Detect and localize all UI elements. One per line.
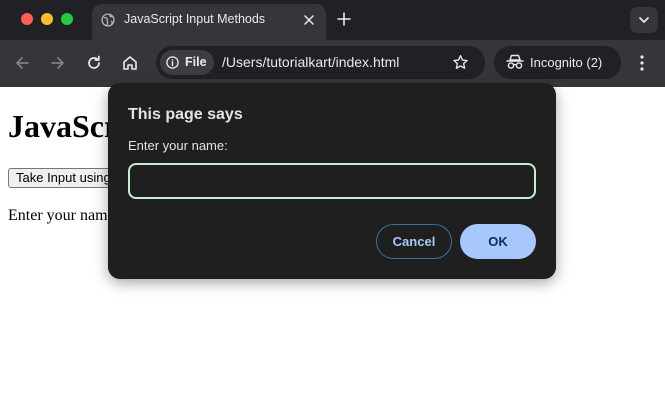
- chevron-down-icon: [639, 17, 649, 23]
- cancel-button[interactable]: Cancel: [376, 224, 452, 259]
- home-icon[interactable]: [121, 54, 139, 72]
- dialog-text-input[interactable]: [128, 163, 536, 199]
- browser-tab[interactable]: JavaScript Input Methods: [92, 4, 326, 40]
- dialog-message: Enter your name:: [128, 138, 228, 153]
- browser-toolbar: File /Users/tutorialkart/index.html Inco…: [0, 40, 665, 87]
- tab-strip: JavaScript Input Methods: [0, 0, 665, 40]
- tab-search-button[interactable]: [630, 7, 658, 33]
- back-arrow-icon[interactable]: [13, 54, 31, 72]
- address-bar[interactable]: File /Users/tutorialkart/index.html: [156, 46, 485, 79]
- forward-arrow-icon[interactable]: [49, 54, 67, 72]
- prompt-dialog: This page says Enter your name: Cancel O…: [108, 83, 556, 279]
- info-icon: [166, 56, 179, 69]
- incognito-button[interactable]: Incognito (2): [494, 46, 621, 79]
- incognito-icon: [506, 54, 524, 69]
- tab-title: JavaScript Input Methods: [124, 12, 266, 26]
- kebab-menu-icon[interactable]: [636, 54, 648, 72]
- new-tab-icon[interactable]: [336, 11, 352, 27]
- dialog-title: This page says: [128, 106, 243, 123]
- ok-button[interactable]: OK: [460, 224, 536, 259]
- close-tab-icon[interactable]: [301, 12, 317, 28]
- maximize-window-button[interactable]: [61, 13, 73, 25]
- file-label: File: [185, 55, 207, 69]
- site-info-chip[interactable]: File: [160, 50, 214, 75]
- page-prompt-text: Enter your name:: [8, 207, 120, 224]
- incognito-label: Incognito (2): [530, 55, 603, 70]
- reload-icon[interactable]: [85, 54, 103, 72]
- minimize-window-button[interactable]: [41, 13, 53, 25]
- close-window-button[interactable]: [21, 13, 33, 25]
- globe-icon: [101, 13, 115, 27]
- url-text[interactable]: /Users/tutorialkart/index.html: [222, 54, 399, 70]
- bookmark-star-icon[interactable]: [452, 54, 469, 71]
